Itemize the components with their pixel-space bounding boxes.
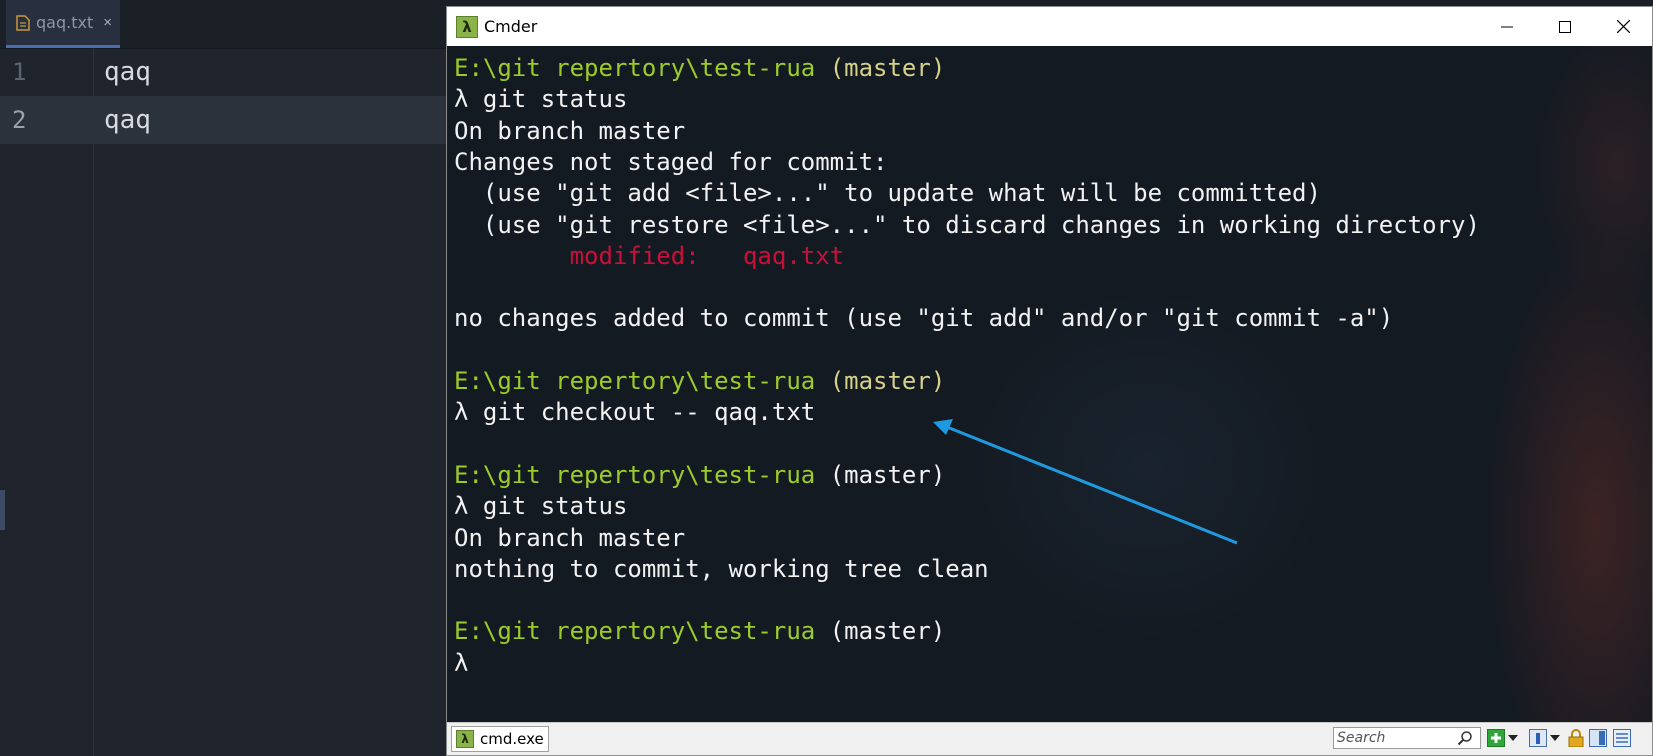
terminal-text: (master)	[829, 367, 946, 395]
close-icon[interactable]: ×	[103, 14, 112, 31]
terminal-text: E:\git repertory\test-rua	[454, 367, 830, 395]
terminal-text: On branch master	[454, 116, 686, 145]
terminal-line: Changes not staged for commit:	[454, 148, 887, 176]
editor-tab-qaq[interactable]: qaq.txt ×	[6, 0, 120, 48]
close-icon	[1616, 20, 1630, 33]
terminal-text: λ git status	[454, 492, 628, 521]
chevron-down-icon	[1508, 735, 1518, 741]
panel-icon	[1589, 729, 1607, 747]
terminal-line: λ git status	[454, 85, 627, 113]
line-number: 2	[12, 106, 27, 134]
terminal-line: λ git checkout -- qaq.txt	[454, 398, 815, 426]
terminal-line: (use "git add <file>..." to update what …	[454, 179, 1321, 207]
view-dropdown[interactable]	[1549, 729, 1561, 747]
chevron-down-icon	[1550, 735, 1560, 741]
file-icon	[16, 14, 30, 31]
minimize-icon	[1501, 26, 1513, 27]
terminal-text: E:\git repertory\test-rua	[454, 617, 830, 646]
terminal-text: λ git status	[454, 85, 628, 114]
terminal-text: (master)	[829, 54, 946, 82]
terminal-text: (master)	[829, 460, 946, 489]
lambda-icon: λ	[456, 730, 474, 748]
new-console-button[interactable]	[1487, 729, 1505, 747]
split-view-button[interactable]	[1589, 729, 1607, 747]
terminal-output[interactable]: E:\git repertory\test-rua (master) λ git …	[447, 46, 1652, 724]
status-bar: λ cmd.exe	[447, 722, 1652, 755]
lock-icon	[1568, 729, 1584, 747]
terminal-text: E:\git repertory\test-rua	[454, 54, 830, 82]
settings-panel-button[interactable]	[1613, 729, 1631, 747]
window-title: Cmder	[484, 17, 538, 36]
terminal-line: E:\git repertory\test-rua (master)	[454, 54, 945, 82]
terminal-text: no changes added to commit (use "git add…	[454, 304, 1394, 333]
line-number: 1	[12, 58, 27, 86]
search-input[interactable]	[1337, 729, 1457, 747]
cmder-window: λ Cmder E:\git repertory\test-rua (maste…	[446, 6, 1653, 756]
terminal-text: λ	[454, 648, 469, 677]
terminal-line: E:\git repertory\test-rua (master)	[454, 617, 945, 645]
title-bar[interactable]: λ Cmder	[447, 7, 1652, 46]
close-button[interactable]	[1594, 7, 1652, 46]
gutter-divider	[93, 48, 94, 756]
terminal-text: On branch master	[454, 523, 686, 552]
terminal-line: nothing to commit, working tree clean	[454, 555, 989, 583]
window-list-icon	[1529, 729, 1547, 747]
terminal-line: (use "git restore <file>..." to discard …	[454, 211, 1480, 239]
terminal-line: no changes added to commit (use "git add…	[454, 304, 1393, 332]
maximize-button[interactable]	[1536, 7, 1594, 46]
editor-line[interactable]: 1 qaq	[0, 48, 450, 96]
new-console-dropdown[interactable]	[1507, 729, 1519, 747]
terminal-text: (use "git restore <file>..." to discard …	[454, 210, 1480, 239]
terminal-line: modified: qaq.txt	[454, 241, 845, 270]
console-tab-label: cmd.exe	[480, 730, 544, 748]
plus-icon	[1487, 729, 1505, 747]
terminal-line: λ git status	[454, 492, 627, 520]
terminal-line: λ	[454, 649, 468, 677]
lock-button[interactable]	[1567, 729, 1585, 747]
terminal-line: E:\git repertory\test-rua (master)	[454, 367, 945, 395]
scroll-marker	[0, 490, 5, 530]
line-text: qaq	[104, 105, 151, 135]
view-button[interactable]	[1529, 729, 1547, 747]
terminal-line: E:\git repertory\test-rua (master)	[454, 461, 945, 489]
terminal-text: λ git checkout -- qaq.txt	[454, 398, 816, 427]
terminal-text: E:\git repertory\test-rua	[454, 460, 830, 489]
search-icon[interactable]	[1457, 730, 1473, 746]
maximize-icon	[1559, 20, 1571, 33]
editor-tab-label: qaq.txt	[36, 13, 94, 32]
lambda-icon: λ	[456, 15, 478, 38]
terminal-text: nothing to commit, working tree clean	[454, 554, 989, 583]
editor-line-current[interactable]: 2 qaq	[0, 96, 450, 144]
menu-grid-icon	[1613, 729, 1631, 747]
line-text: qaq	[104, 57, 151, 87]
console-tab-cmd[interactable]: λ cmd.exe	[451, 726, 549, 752]
terminal-text: (master)	[829, 617, 946, 646]
terminal-text: (use "git add <file>..." to update what …	[454, 179, 1321, 208]
minimize-button[interactable]	[1478, 7, 1536, 46]
search-box[interactable]	[1333, 727, 1481, 749]
terminal-line: On branch master	[454, 117, 685, 145]
terminal-line: On branch master	[454, 524, 685, 552]
terminal-text: Changes not staged for commit:	[454, 147, 888, 176]
terminal-text: modified: qaq.txt	[454, 241, 845, 270]
